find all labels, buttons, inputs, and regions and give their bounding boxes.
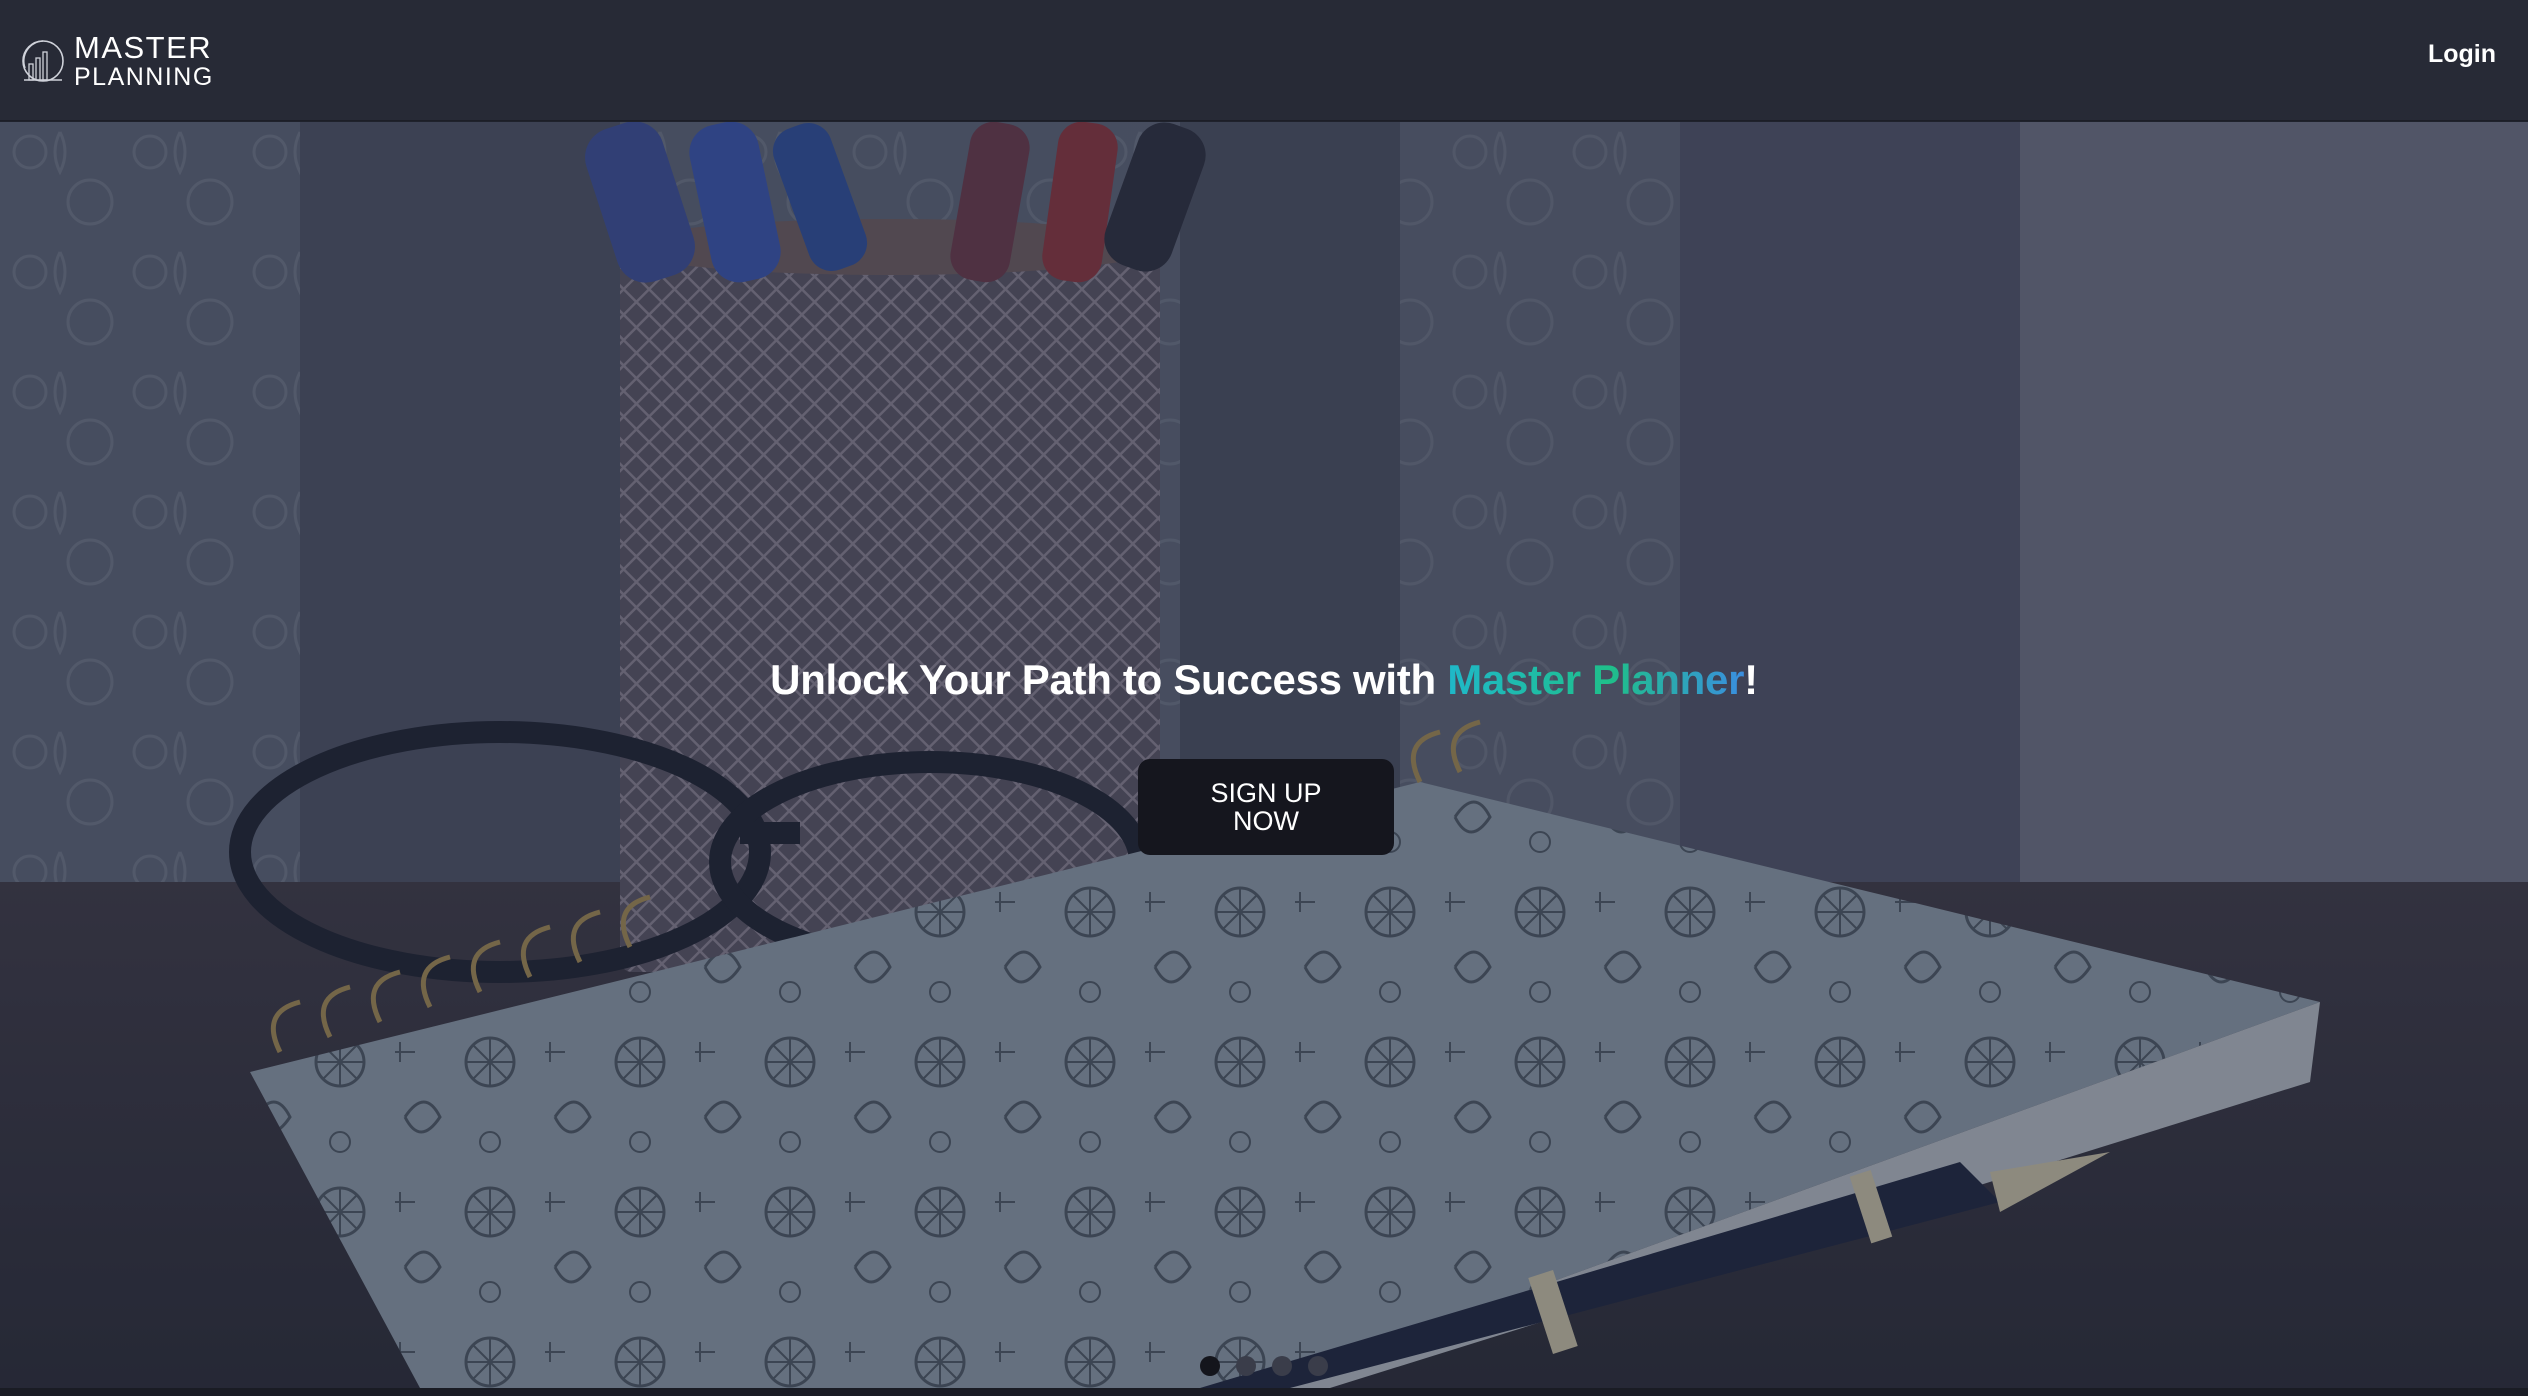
- login-link[interactable]: Login: [2428, 40, 2496, 69]
- logo-link[interactable]: MASTER PLANNING: [20, 32, 214, 90]
- hero-carousel: Unlock Your Path to Success with Master …: [0, 122, 2528, 1388]
- carousel-dot-4[interactable]: [1308, 1356, 1328, 1376]
- sign-up-now-button[interactable]: SIGN UP NOW: [1138, 759, 1394, 855]
- hero-headline: Unlock Your Path to Success with Master …: [0, 656, 2528, 704]
- headline-suffix: !: [1744, 656, 1758, 703]
- landing-page: MASTER PLANNING Login Unlock Your Path t…: [0, 0, 2528, 1396]
- planner-logo-icon: [22, 40, 64, 82]
- top-navbar: MASTER PLANNING Login: [0, 0, 2528, 121]
- headline-prefix: Unlock Your Path to Success with: [770, 656, 1448, 703]
- carousel-indicators: [1200, 1356, 1328, 1376]
- hero-dark-overlay: [0, 122, 2528, 1388]
- headline-brand-name: Master Planner: [1447, 656, 1745, 703]
- carousel-dot-2[interactable]: [1236, 1356, 1256, 1376]
- page-bottom-edge: [0, 1388, 2528, 1396]
- carousel-dot-1[interactable]: [1200, 1356, 1220, 1376]
- logo-line-1: MASTER: [74, 30, 213, 65]
- carousel-dot-3[interactable]: [1272, 1356, 1292, 1376]
- logo-line-2: PLANNING: [74, 63, 214, 91]
- logo-text: MASTER PLANNING: [74, 32, 214, 90]
